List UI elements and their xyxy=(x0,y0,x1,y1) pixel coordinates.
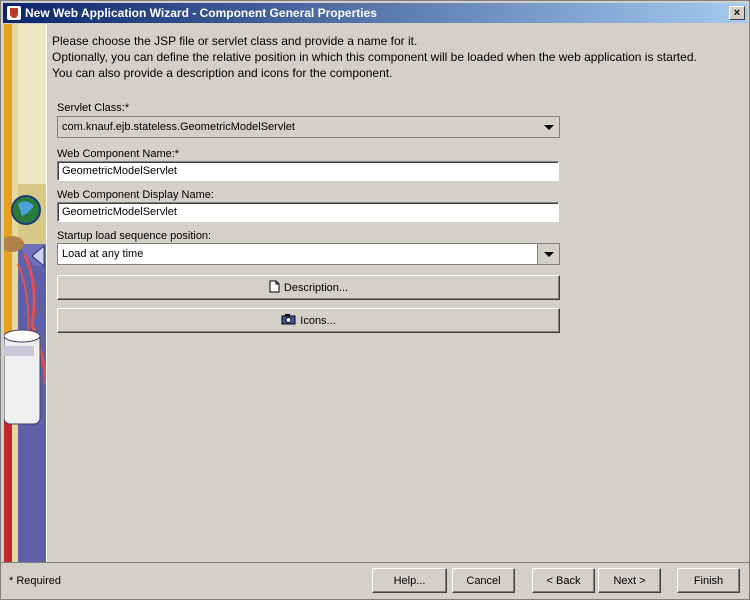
intro-line: Please choose the JSP file or servlet cl… xyxy=(52,34,418,48)
startup-value: Load at any time xyxy=(62,248,144,260)
startup-label: Startup load sequence position: xyxy=(57,230,212,242)
chevron-down-icon[interactable] xyxy=(537,244,559,264)
title-bar: New Web Application Wizard - Component G… xyxy=(3,3,747,23)
chevron-down-icon[interactable] xyxy=(538,117,559,137)
java-app-icon xyxy=(7,6,21,20)
description-button[interactable]: Description... xyxy=(57,275,560,300)
component-name-field[interactable]: GeometricModelServlet xyxy=(57,161,559,181)
window-title: New Web Application Wizard - Component G… xyxy=(25,6,377,20)
document-icon xyxy=(269,280,280,296)
intro-text: Please choose the JSP file or servlet cl… xyxy=(52,33,742,81)
finish-button[interactable]: Finish xyxy=(677,568,740,593)
startup-combo[interactable]: Load at any time xyxy=(57,243,560,265)
servlet-class-combo[interactable]: com.knauf.ejb.stateless.GeometricModelSe… xyxy=(57,116,560,138)
wizard-side-graphic xyxy=(4,24,46,562)
intro-line: You can also provide a description and i… xyxy=(52,66,393,80)
component-name-label: Web Component Name:* xyxy=(57,148,180,160)
close-button[interactable]: × xyxy=(729,6,745,20)
wizard-window: New Web Application Wizard - Component G… xyxy=(0,0,750,600)
wizard-content: Please choose the JSP file or servlet cl… xyxy=(46,24,748,562)
description-button-label: Description... xyxy=(283,281,349,294)
back-button[interactable]: < Back xyxy=(532,568,595,593)
icons-button[interactable]: Icons... xyxy=(57,308,560,333)
required-note: * Required xyxy=(9,575,61,587)
display-name-label: Web Component Display Name: xyxy=(57,189,214,201)
servlet-class-value: com.knauf.ejb.stateless.GeometricModelSe… xyxy=(62,121,295,133)
display-name-field[interactable]: GeometricModelServlet xyxy=(57,202,559,222)
camera-icon xyxy=(281,313,296,328)
icons-button-label: Icons... xyxy=(300,314,336,327)
help-button[interactable]: Help... xyxy=(372,568,447,593)
next-button[interactable]: Next > xyxy=(598,568,661,593)
cancel-button[interactable]: Cancel xyxy=(452,568,515,593)
decorative-illustration xyxy=(4,24,46,562)
servlet-class-label: Servlet Class:* xyxy=(57,102,130,114)
button-bar: * Required Help... Cancel < Back Next > … xyxy=(1,562,749,599)
intro-line: Optionally, you can define the relative … xyxy=(52,50,697,64)
